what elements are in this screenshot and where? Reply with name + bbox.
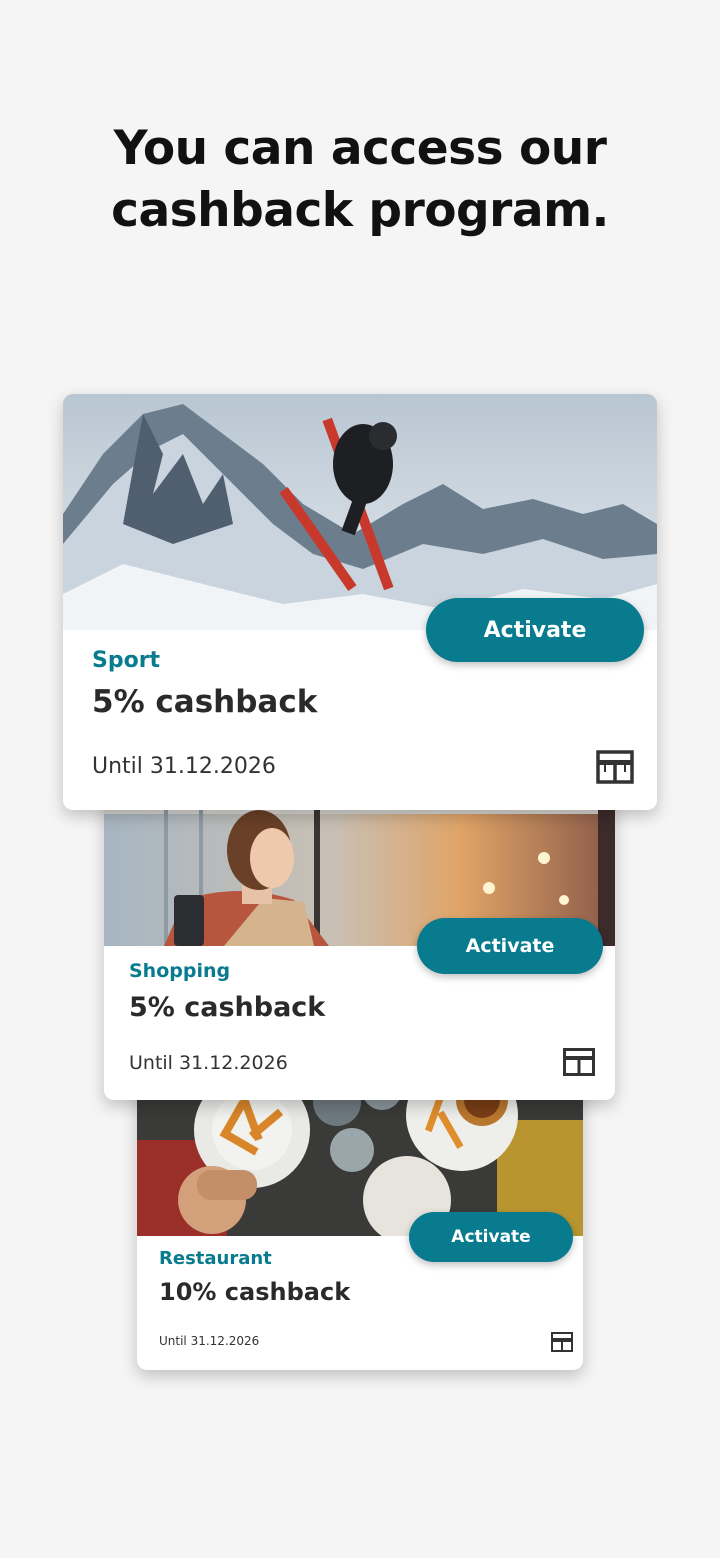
cashback-card-shopping[interactable]: Activate Shopping 5% cashback Until 31.1…: [104, 770, 615, 1100]
cashback-card-restaurant[interactable]: Activate Restaurant 10% cashback Until 3…: [137, 1060, 583, 1370]
cashback-amount: 5% cashback: [129, 992, 326, 1023]
title-line-2: cashback program.: [111, 183, 609, 238]
card-category: Sport: [92, 648, 161, 673]
card-category: Shopping: [129, 960, 231, 982]
valid-until: Until 31.12.2026: [159, 1334, 260, 1348]
store-icon: [563, 1048, 595, 1076]
card-category: Restaurant: [159, 1248, 272, 1269]
title-line-1: You can access our: [113, 121, 607, 176]
valid-until: Until 31.12.2026: [129, 1052, 288, 1074]
cashback-amount: 10% cashback: [159, 1278, 351, 1306]
store-icon: [551, 1332, 573, 1352]
store-icon: [596, 750, 634, 784]
cashback-card-sport[interactable]: Activate Sport 5% cashback Until 31.12.2…: [63, 394, 657, 810]
skier-mountains-image: [63, 394, 657, 630]
activate-button[interactable]: Activate: [426, 598, 644, 662]
activate-button[interactable]: Activate: [417, 918, 603, 974]
page-title: You can access our cashback program.: [0, 118, 720, 242]
activate-button[interactable]: Activate: [409, 1212, 573, 1262]
valid-until: Until 31.12.2026: [92, 754, 276, 779]
cashback-amount: 5% cashback: [92, 684, 318, 720]
